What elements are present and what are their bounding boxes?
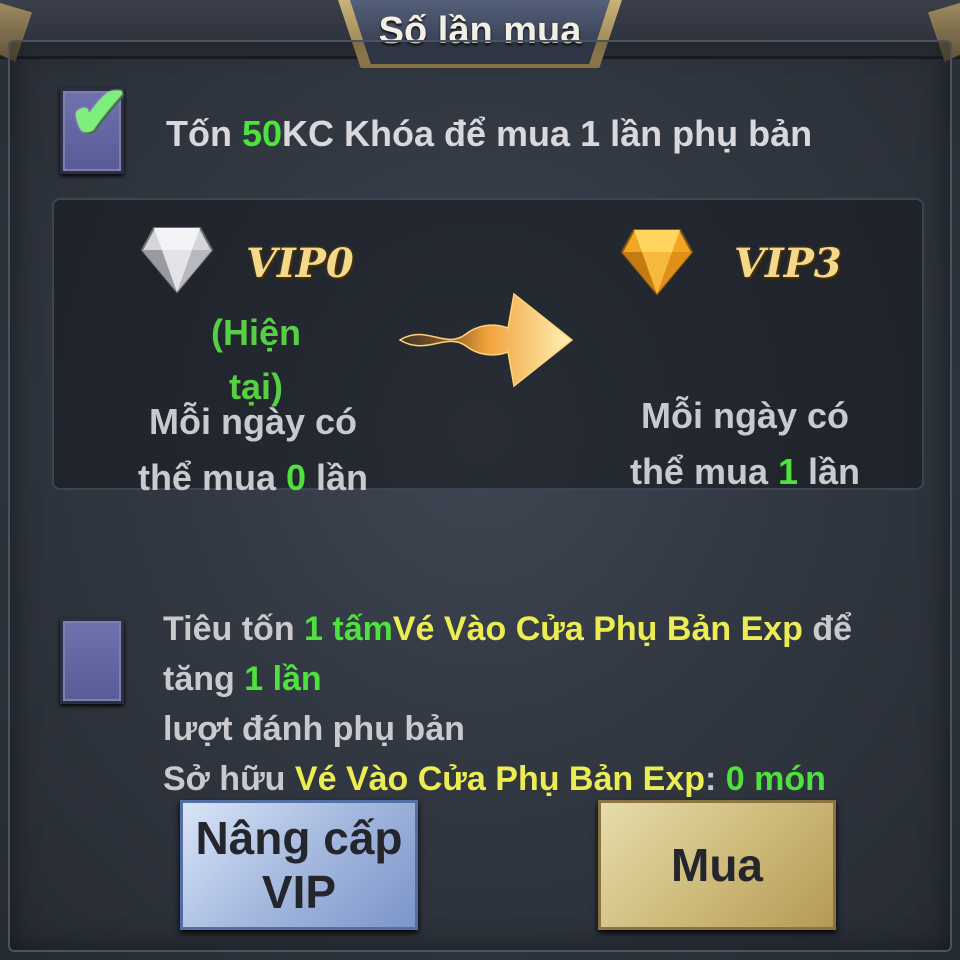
upgrade-vip-button[interactable]: Nâng cấp VIP (180, 800, 418, 930)
gold-diamond-icon (620, 229, 694, 296)
flaming-arrow-icon (398, 292, 574, 388)
option-diamond-text: Tốn 50KC Khóa để mua 1 lần phụ bản (166, 113, 812, 155)
ticket-quantity: 1 tấm (304, 610, 393, 648)
owned-item-name: Vé Vào Cửa Phụ Bản Exp (294, 760, 705, 798)
owned-count: 0 món (725, 760, 826, 798)
ticket-item-name: Vé Vào Cửa Phụ Bản Exp (392, 610, 803, 648)
option-ticket-line3: Sở hữu Vé Vào Cửa Phụ Bản Exp: 0 món (163, 754, 923, 804)
ticket-line1-prefix: Tiêu tốn (163, 610, 305, 648)
option-diamond-checkbox[interactable]: ✔ (60, 77, 129, 174)
current-limit-count: 0 (285, 457, 307, 498)
option-diamond-amount: 50 (241, 113, 283, 154)
next-limit-suffix: lần (798, 451, 861, 492)
buy-button[interactable]: Mua (598, 800, 836, 930)
option-diamond-prefix: Tốn (166, 113, 242, 154)
current-limit-suffix: lần (306, 457, 369, 498)
next-limit-count: 1 (777, 451, 799, 492)
next-daily-limit: Mỗi ngày có thể mua 1 lần (610, 388, 880, 500)
option-ticket-checkbox[interactable] (60, 618, 124, 704)
checkmark-icon: ✔ (69, 73, 130, 153)
owned-colon: : (704, 760, 726, 798)
owned-prefix: Sở hữu (163, 760, 295, 798)
option-ticket-line1: Tiêu tốn 1 tấmVé Vào Cửa Phụ Bản Exp để … (163, 604, 923, 704)
option-diamond-suffix: KC Khóa để mua 1 lần phụ bản (282, 113, 813, 154)
current-vip-label: VIP0 (246, 240, 354, 287)
purchase-dialog: Số lần mua ✔ Tốn 50KC Khóa để mua 1 lần … (0, 0, 960, 960)
current-daily-limit: Mỗi ngày có thể mua 0 lần (118, 394, 388, 506)
option-ticket-line2: lượt đánh phụ bản (163, 710, 465, 748)
ticket-bonus-count: 1 lần (244, 660, 322, 698)
next-vip-label: VIP3 (734, 240, 842, 287)
option-ticket-text: Tiêu tốn 1 tấmVé Vào Cửa Phụ Bản Exp để … (163, 604, 923, 804)
silver-diamond-icon (140, 227, 214, 294)
